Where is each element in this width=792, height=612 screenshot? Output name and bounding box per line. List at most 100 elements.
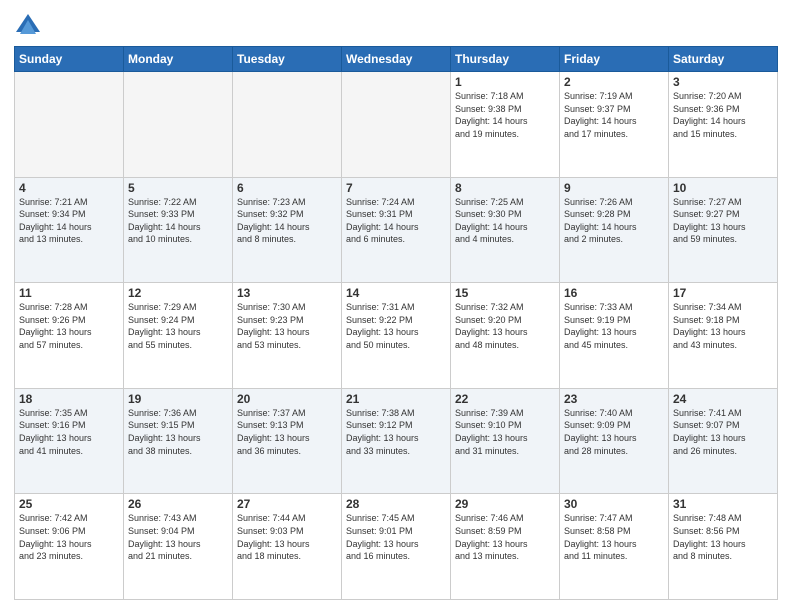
day-info: Sunrise: 7:21 AM Sunset: 9:34 PM Dayligh… — [19, 196, 119, 246]
logo — [14, 12, 46, 40]
calendar-cell: 28Sunrise: 7:45 AM Sunset: 9:01 PM Dayli… — [342, 494, 451, 600]
calendar-cell: 19Sunrise: 7:36 AM Sunset: 9:15 PM Dayli… — [124, 388, 233, 494]
weekday-header-row: SundayMondayTuesdayWednesdayThursdayFrid… — [15, 47, 778, 72]
calendar-cell: 21Sunrise: 7:38 AM Sunset: 9:12 PM Dayli… — [342, 388, 451, 494]
day-number: 19 — [128, 392, 228, 406]
day-number: 14 — [346, 286, 446, 300]
day-number: 24 — [673, 392, 773, 406]
page: SundayMondayTuesdayWednesdayThursdayFrid… — [0, 0, 792, 612]
day-number: 9 — [564, 181, 664, 195]
day-info: Sunrise: 7:22 AM Sunset: 9:33 PM Dayligh… — [128, 196, 228, 246]
weekday-thursday: Thursday — [451, 47, 560, 72]
day-info: Sunrise: 7:35 AM Sunset: 9:16 PM Dayligh… — [19, 407, 119, 457]
day-info: Sunrise: 7:25 AM Sunset: 9:30 PM Dayligh… — [455, 196, 555, 246]
day-number: 8 — [455, 181, 555, 195]
day-info: Sunrise: 7:48 AM Sunset: 8:56 PM Dayligh… — [673, 512, 773, 562]
calendar-cell: 4Sunrise: 7:21 AM Sunset: 9:34 PM Daylig… — [15, 177, 124, 283]
day-number: 18 — [19, 392, 119, 406]
day-info: Sunrise: 7:34 AM Sunset: 9:18 PM Dayligh… — [673, 301, 773, 351]
weekday-wednesday: Wednesday — [342, 47, 451, 72]
calendar-cell: 20Sunrise: 7:37 AM Sunset: 9:13 PM Dayli… — [233, 388, 342, 494]
day-info: Sunrise: 7:19 AM Sunset: 9:37 PM Dayligh… — [564, 90, 664, 140]
weekday-saturday: Saturday — [669, 47, 778, 72]
calendar-cell: 15Sunrise: 7:32 AM Sunset: 9:20 PM Dayli… — [451, 283, 560, 389]
calendar-cell: 29Sunrise: 7:46 AM Sunset: 8:59 PM Dayli… — [451, 494, 560, 600]
day-info: Sunrise: 7:38 AM Sunset: 9:12 PM Dayligh… — [346, 407, 446, 457]
calendar-cell: 5Sunrise: 7:22 AM Sunset: 9:33 PM Daylig… — [124, 177, 233, 283]
day-number: 7 — [346, 181, 446, 195]
calendar-cell: 7Sunrise: 7:24 AM Sunset: 9:31 PM Daylig… — [342, 177, 451, 283]
calendar-cell — [15, 72, 124, 178]
calendar-cell — [233, 72, 342, 178]
calendar-cell: 27Sunrise: 7:44 AM Sunset: 9:03 PM Dayli… — [233, 494, 342, 600]
day-info: Sunrise: 7:31 AM Sunset: 9:22 PM Dayligh… — [346, 301, 446, 351]
week-row-5: 25Sunrise: 7:42 AM Sunset: 9:06 PM Dayli… — [15, 494, 778, 600]
weekday-sunday: Sunday — [15, 47, 124, 72]
calendar-cell: 3Sunrise: 7:20 AM Sunset: 9:36 PM Daylig… — [669, 72, 778, 178]
calendar-cell: 30Sunrise: 7:47 AM Sunset: 8:58 PM Dayli… — [560, 494, 669, 600]
day-number: 10 — [673, 181, 773, 195]
calendar-cell: 23Sunrise: 7:40 AM Sunset: 9:09 PM Dayli… — [560, 388, 669, 494]
day-number: 1 — [455, 75, 555, 89]
day-info: Sunrise: 7:44 AM Sunset: 9:03 PM Dayligh… — [237, 512, 337, 562]
day-info: Sunrise: 7:43 AM Sunset: 9:04 PM Dayligh… — [128, 512, 228, 562]
day-info: Sunrise: 7:39 AM Sunset: 9:10 PM Dayligh… — [455, 407, 555, 457]
calendar-cell — [342, 72, 451, 178]
day-info: Sunrise: 7:42 AM Sunset: 9:06 PM Dayligh… — [19, 512, 119, 562]
day-info: Sunrise: 7:33 AM Sunset: 9:19 PM Dayligh… — [564, 301, 664, 351]
day-number: 22 — [455, 392, 555, 406]
weekday-tuesday: Tuesday — [233, 47, 342, 72]
calendar-cell: 18Sunrise: 7:35 AM Sunset: 9:16 PM Dayli… — [15, 388, 124, 494]
calendar-table: SundayMondayTuesdayWednesdayThursdayFrid… — [14, 46, 778, 600]
day-info: Sunrise: 7:20 AM Sunset: 9:36 PM Dayligh… — [673, 90, 773, 140]
day-number: 30 — [564, 497, 664, 511]
calendar-cell: 6Sunrise: 7:23 AM Sunset: 9:32 PM Daylig… — [233, 177, 342, 283]
calendar-cell: 22Sunrise: 7:39 AM Sunset: 9:10 PM Dayli… — [451, 388, 560, 494]
day-number: 15 — [455, 286, 555, 300]
day-info: Sunrise: 7:37 AM Sunset: 9:13 PM Dayligh… — [237, 407, 337, 457]
day-number: 13 — [237, 286, 337, 300]
week-row-2: 4Sunrise: 7:21 AM Sunset: 9:34 PM Daylig… — [15, 177, 778, 283]
day-info: Sunrise: 7:24 AM Sunset: 9:31 PM Dayligh… — [346, 196, 446, 246]
day-number: 6 — [237, 181, 337, 195]
day-info: Sunrise: 7:28 AM Sunset: 9:26 PM Dayligh… — [19, 301, 119, 351]
day-info: Sunrise: 7:29 AM Sunset: 9:24 PM Dayligh… — [128, 301, 228, 351]
header — [14, 12, 778, 40]
calendar-cell: 13Sunrise: 7:30 AM Sunset: 9:23 PM Dayli… — [233, 283, 342, 389]
day-number: 2 — [564, 75, 664, 89]
calendar-cell: 12Sunrise: 7:29 AM Sunset: 9:24 PM Dayli… — [124, 283, 233, 389]
calendar-cell: 9Sunrise: 7:26 AM Sunset: 9:28 PM Daylig… — [560, 177, 669, 283]
calendar-cell: 26Sunrise: 7:43 AM Sunset: 9:04 PM Dayli… — [124, 494, 233, 600]
day-number: 23 — [564, 392, 664, 406]
week-row-4: 18Sunrise: 7:35 AM Sunset: 9:16 PM Dayli… — [15, 388, 778, 494]
day-number: 5 — [128, 181, 228, 195]
day-number: 26 — [128, 497, 228, 511]
day-number: 28 — [346, 497, 446, 511]
calendar-cell: 25Sunrise: 7:42 AM Sunset: 9:06 PM Dayli… — [15, 494, 124, 600]
day-info: Sunrise: 7:45 AM Sunset: 9:01 PM Dayligh… — [346, 512, 446, 562]
day-number: 21 — [346, 392, 446, 406]
calendar-cell: 10Sunrise: 7:27 AM Sunset: 9:27 PM Dayli… — [669, 177, 778, 283]
day-number: 25 — [19, 497, 119, 511]
day-info: Sunrise: 7:27 AM Sunset: 9:27 PM Dayligh… — [673, 196, 773, 246]
day-info: Sunrise: 7:23 AM Sunset: 9:32 PM Dayligh… — [237, 196, 337, 246]
calendar-cell — [124, 72, 233, 178]
day-info: Sunrise: 7:32 AM Sunset: 9:20 PM Dayligh… — [455, 301, 555, 351]
calendar-cell: 24Sunrise: 7:41 AM Sunset: 9:07 PM Dayli… — [669, 388, 778, 494]
day-info: Sunrise: 7:30 AM Sunset: 9:23 PM Dayligh… — [237, 301, 337, 351]
day-number: 20 — [237, 392, 337, 406]
calendar-cell: 14Sunrise: 7:31 AM Sunset: 9:22 PM Dayli… — [342, 283, 451, 389]
day-number: 17 — [673, 286, 773, 300]
calendar-cell: 1Sunrise: 7:18 AM Sunset: 9:38 PM Daylig… — [451, 72, 560, 178]
day-info: Sunrise: 7:47 AM Sunset: 8:58 PM Dayligh… — [564, 512, 664, 562]
calendar-cell: 2Sunrise: 7:19 AM Sunset: 9:37 PM Daylig… — [560, 72, 669, 178]
calendar-cell: 31Sunrise: 7:48 AM Sunset: 8:56 PM Dayli… — [669, 494, 778, 600]
calendar-cell: 8Sunrise: 7:25 AM Sunset: 9:30 PM Daylig… — [451, 177, 560, 283]
day-number: 11 — [19, 286, 119, 300]
day-info: Sunrise: 7:41 AM Sunset: 9:07 PM Dayligh… — [673, 407, 773, 457]
day-number: 12 — [128, 286, 228, 300]
week-row-1: 1Sunrise: 7:18 AM Sunset: 9:38 PM Daylig… — [15, 72, 778, 178]
day-number: 16 — [564, 286, 664, 300]
day-number: 29 — [455, 497, 555, 511]
calendar-cell: 16Sunrise: 7:33 AM Sunset: 9:19 PM Dayli… — [560, 283, 669, 389]
